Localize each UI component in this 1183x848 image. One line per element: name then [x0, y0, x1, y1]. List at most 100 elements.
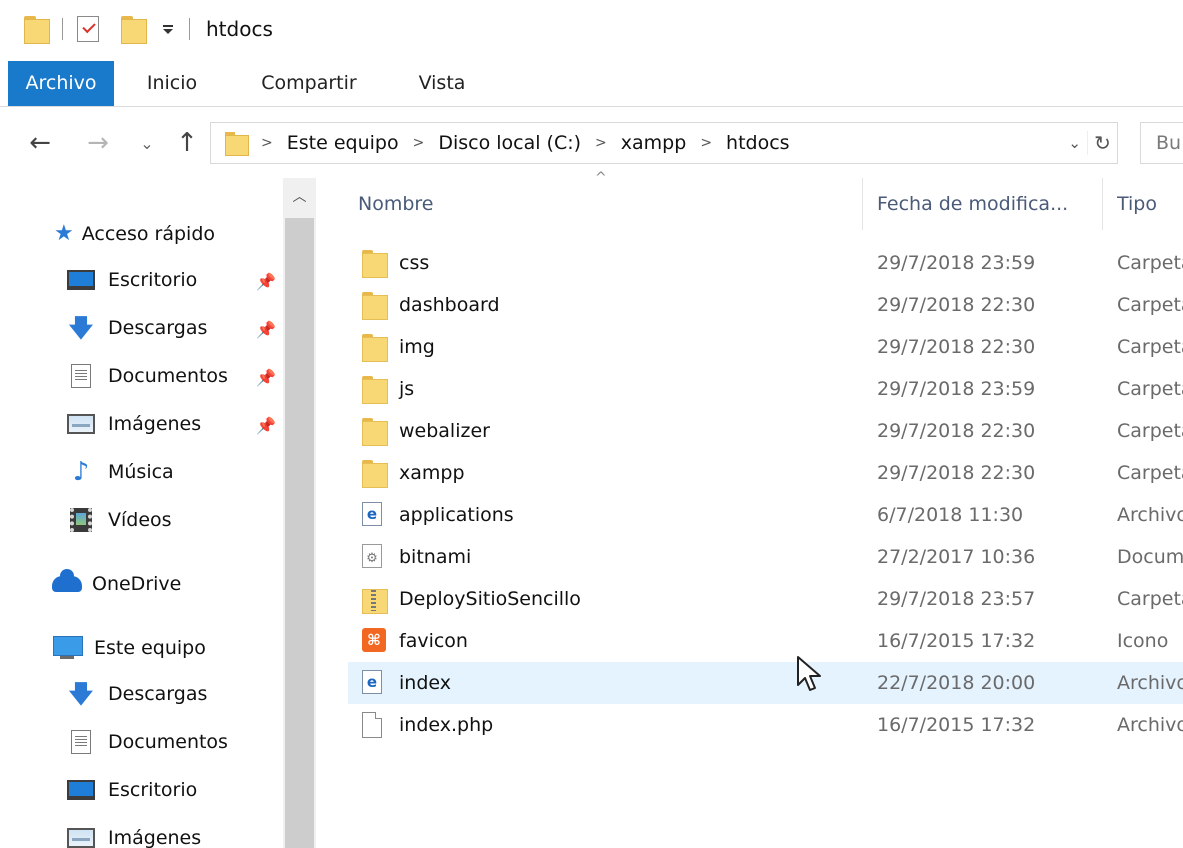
nav-item-documentos[interactable]: Documentos [66, 354, 228, 398]
settings-file-icon: ⚙ [362, 544, 382, 568]
column-divider[interactable] [862, 178, 863, 230]
file-row[interactable]: index.php 16/7/2015 17:32 Archivo [348, 704, 1183, 746]
title-bar: htdocs [0, 0, 1183, 58]
column-header-nombre[interactable]: Nombre [358, 182, 858, 226]
search-input[interactable]: Bu [1140, 122, 1183, 164]
breadcrumb-htdocs[interactable]: htdocs [726, 132, 790, 154]
address-dropdown-icon[interactable]: ⌄ [1062, 134, 1087, 152]
pin-icon[interactable]: 📌 [256, 416, 276, 435]
pictures-icon [67, 828, 95, 848]
nav-item-descargas-pc[interactable]: 🡇 Descargas [66, 672, 208, 716]
nav-item-imagenes-pc[interactable]: Imágenes [66, 816, 201, 848]
nav-label: Escritorio [108, 779, 198, 801]
recent-locations-button[interactable]: ⌄ [134, 118, 160, 168]
address-row: ← → ⌄ ↑ > Este equipo > Disco local (C:)… [0, 118, 1183, 168]
file-row[interactable]: css 29/7/2018 23:59 Carpeta [348, 242, 1183, 284]
file-type: Documento [1117, 546, 1183, 568]
file-row[interactable]: e applications 6/7/2018 11:30 Archivo [348, 494, 1183, 536]
file-date: 22/7/2018 20:00 [877, 672, 1036, 694]
file-type: Archivo [1117, 672, 1183, 694]
address-bar[interactable]: > Este equipo > Disco local (C:) > xampp… [210, 122, 1118, 164]
new-folder-icon[interactable] [121, 16, 147, 44]
file-name: applications [399, 504, 514, 526]
nav-item-documentos-pc[interactable]: Documentos [66, 720, 228, 764]
nav-item-imagenes[interactable]: Imágenes [66, 402, 201, 446]
file-name: dashboard [399, 294, 500, 316]
back-button[interactable]: ← [20, 118, 60, 168]
nav-item-musica[interactable]: ♪ Música [66, 450, 174, 494]
file-date: 27/2/2017 10:36 [877, 546, 1036, 568]
chevron-right-icon[interactable]: > [261, 135, 273, 151]
toolbar-separator [189, 18, 190, 40]
file-row[interactable]: ⚙ bitnami 27/2/2017 10:36 Documento [348, 536, 1183, 578]
nav-label: Documentos [108, 731, 228, 753]
nav-quick-access[interactable]: ★ Acceso rápido [54, 212, 215, 256]
breadcrumb-xampp[interactable]: xampp [621, 132, 687, 154]
tab-inicio[interactable]: Inicio [130, 61, 214, 106]
file-date: 29/7/2018 23:59 [877, 252, 1036, 274]
breadcrumb-disco-local[interactable]: Disco local (C:) [438, 132, 581, 154]
tab-compartir[interactable]: Compartir [244, 61, 374, 106]
toolbar-separator [62, 18, 63, 40]
file-row[interactable]: xampp 29/7/2018 22:30 Carpeta [348, 452, 1183, 494]
nav-label: Acceso rápido [81, 223, 216, 245]
pin-icon[interactable]: 📌 [256, 320, 276, 339]
file-date: 29/7/2018 23:59 [877, 378, 1036, 400]
nav-item-escritorio[interactable]: Escritorio [66, 258, 197, 302]
onedrive-icon [52, 569, 82, 592]
chevron-right-icon[interactable]: > [595, 135, 607, 151]
file-date: 16/7/2015 17:32 [877, 714, 1036, 736]
nav-item-escritorio-pc[interactable]: Escritorio [66, 768, 197, 812]
folder-icon [362, 250, 388, 278]
nav-item-videos[interactable]: Vídeos [66, 498, 172, 542]
pin-icon[interactable]: 📌 [256, 368, 276, 387]
ribbon-tabs: Archivo Inicio Compartir Vista [0, 61, 1183, 107]
file-row[interactable]: ⌘ favicon 16/7/2015 17:32 Icono [348, 620, 1183, 662]
up-button[interactable]: ↑ [170, 118, 204, 168]
file-name: index [399, 672, 451, 694]
file-row[interactable]: DeploySitioSencillo 29/7/2018 23:57 Carp… [348, 578, 1183, 620]
column-header-fecha[interactable]: Fecha de modifica... [877, 182, 1102, 226]
properties-icon[interactable] [77, 16, 99, 42]
desktop-icon [67, 270, 95, 290]
nav-label: Vídeos [108, 509, 172, 531]
file-row[interactable]: dashboard 29/7/2018 22:30 Carpeta [348, 284, 1183, 326]
refresh-icon[interactable]: ↻ [1087, 131, 1117, 155]
pin-icon[interactable]: 📌 [256, 272, 276, 291]
file-row[interactable]: img 29/7/2018 22:30 Carpeta [348, 326, 1183, 368]
file-name: img [399, 336, 435, 358]
desktop-icon [67, 780, 95, 800]
this-pc-icon [52, 636, 83, 660]
file-name: css [399, 252, 430, 274]
customize-dropdown-icon[interactable] [161, 22, 175, 36]
file-name: webalizer [399, 420, 490, 442]
file-type: Carpeta [1117, 294, 1183, 316]
nav-this-pc[interactable]: Este equipo [52, 626, 206, 670]
breadcrumb-este-equipo[interactable]: Este equipo [287, 132, 399, 154]
column-header-tipo[interactable]: Tipo [1117, 182, 1183, 226]
file-row[interactable]: e index 22/7/2018 20:00 Archivo [348, 662, 1183, 704]
file-type: Carpeta [1117, 420, 1183, 442]
nav-onedrive[interactable]: OneDrive [52, 562, 181, 606]
forward-button[interactable]: → [78, 118, 118, 168]
column-divider[interactable] [1102, 178, 1103, 230]
file-date: 29/7/2018 23:57 [877, 588, 1036, 610]
file-type: Carpeta [1117, 588, 1183, 610]
tab-archivo[interactable]: Archivo [8, 61, 114, 106]
file-name: js [399, 378, 415, 400]
file-list: ^ Nombre Fecha de modifica... Tipo css 2… [316, 168, 1183, 848]
scrollbar-thumb[interactable] [285, 218, 314, 848]
chevron-right-icon[interactable]: > [700, 135, 712, 151]
nav-item-descargas[interactable]: 🡇 Descargas [66, 306, 208, 350]
scroll-up-icon[interactable]: ︿ [283, 178, 316, 214]
file-row[interactable]: webalizer 29/7/2018 22:30 Carpeta [348, 410, 1183, 452]
folder-icon [362, 292, 388, 320]
nav-pane-scrollbar[interactable]: ︿ [283, 178, 316, 848]
file-type: Icono [1117, 630, 1169, 652]
tab-vista[interactable]: Vista [404, 61, 480, 106]
file-row[interactable]: js 29/7/2018 23:59 Carpeta [348, 368, 1183, 410]
window-title: htdocs [206, 17, 273, 41]
chevron-right-icon[interactable]: > [413, 135, 425, 151]
folder-icon [225, 132, 249, 156]
folder-icon [362, 460, 388, 488]
